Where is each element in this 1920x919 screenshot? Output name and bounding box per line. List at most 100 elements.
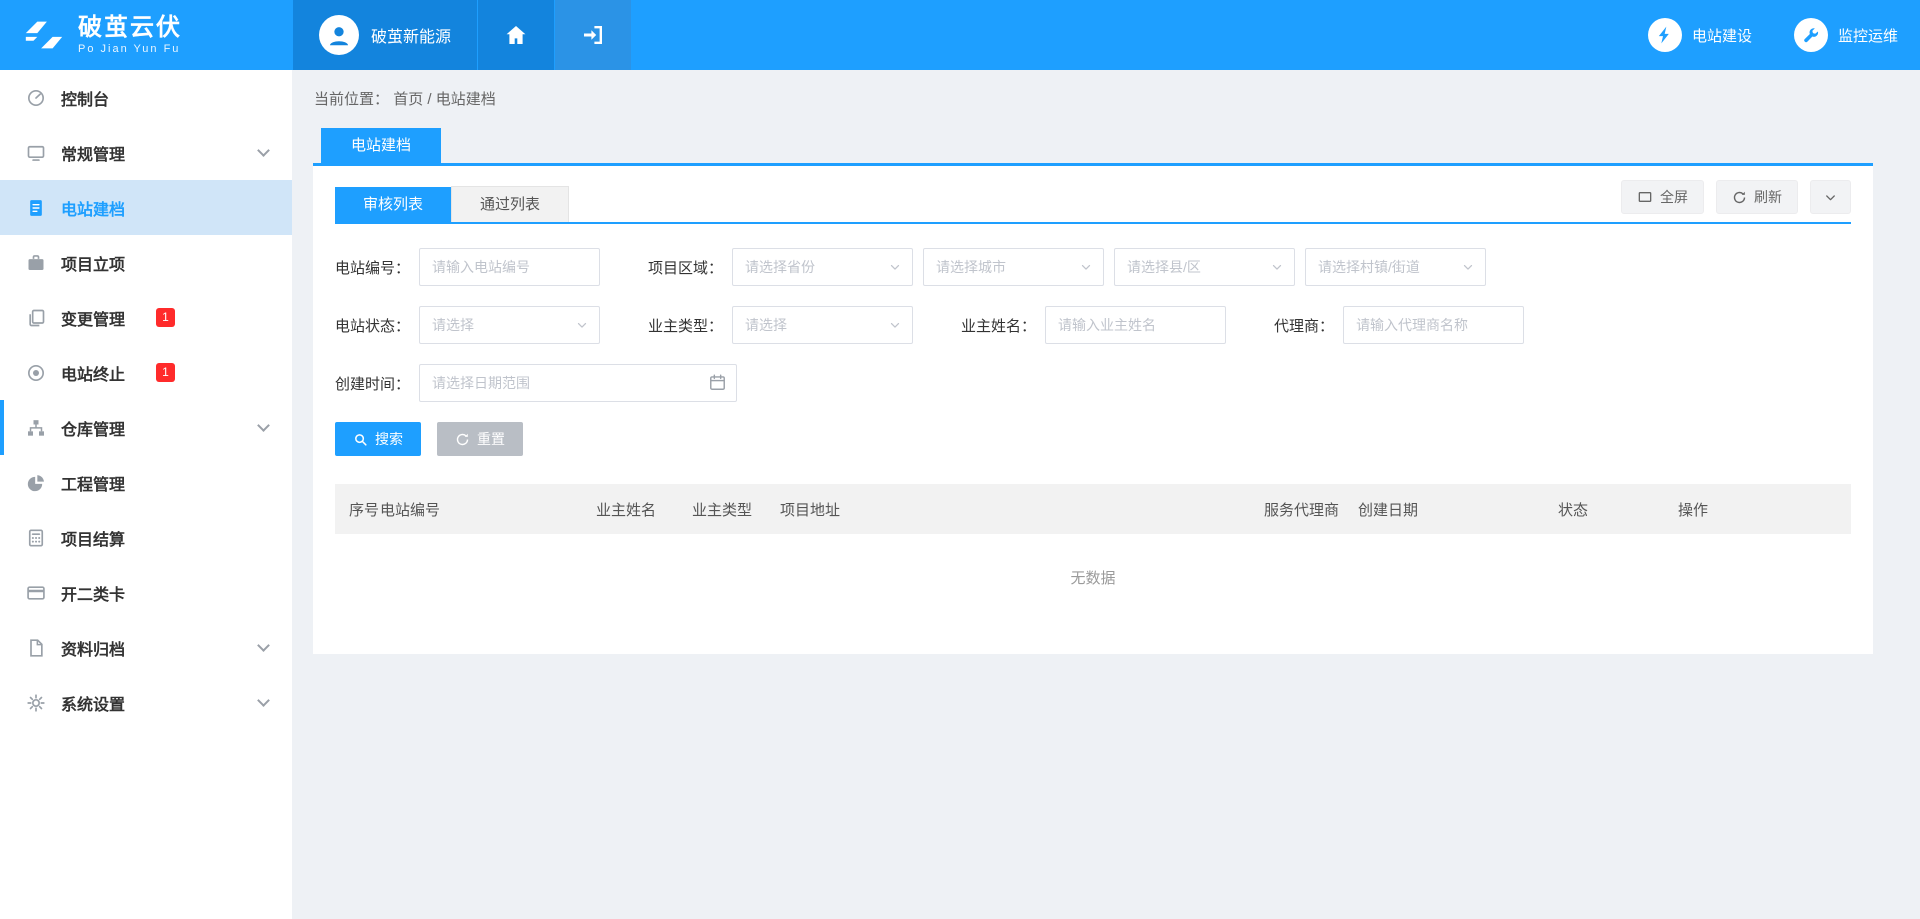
chevron-down-icon [257,639,270,652]
lightning-icon [1648,18,1682,52]
owner-name-label: 业主姓名： [961,315,1036,336]
city-select[interactable]: 请选择城市 [923,248,1104,286]
column-header-service-agent: 服务代理商 [1264,499,1358,520]
chevron-down-icon [257,419,270,432]
owner-type-value: 请选择 [745,315,787,335]
reset-button-label: 重置 [477,429,505,449]
sidebar-item-label: 工程管理 [61,471,125,495]
sidebar-item-label: 变更管理 [61,306,125,330]
nav-station-construction[interactable]: 电站建设 [1648,0,1752,70]
empty-state: 无数据 [335,534,1851,620]
brand-title: 破茧云伏 [78,15,182,41]
station-status-label: 电站状态： [335,315,410,336]
page-tab-strip: 电站建档 [313,125,1873,166]
column-header-owner-name: 业主姓名 [596,499,692,520]
chevron-down-icon [257,694,270,707]
sidebar-item-label: 控制台 [61,86,109,110]
sidebar-item-system-settings[interactable]: 系统设置 [0,675,292,730]
sidebar-item-label: 开二类卡 [61,581,125,605]
column-header-created-date: 创建日期 [1358,499,1558,520]
reset-button[interactable]: 重置 [437,422,523,456]
chevron-down-icon [1461,260,1475,274]
owner-type-label: 业主类型： [648,315,723,336]
column-header-station-no: 电站编号 [380,499,596,520]
station-no-input[interactable] [419,248,600,286]
filter-form: 电站编号： 项目区域： 请选择省份 请选择城市 请选择县/区 [335,248,1851,402]
panel-tab-strip: 审核列表 通过列表 全屏 刷新 [335,186,1851,224]
exit-icon [581,23,605,47]
pie-chart-icon [26,473,46,493]
column-header-index: 序号 [335,499,380,520]
brand-logo: 破茧云伏 Po Jian Yun Fu [0,0,292,70]
owner-name-input[interactable] [1045,306,1226,344]
monitor-icon [26,143,46,163]
content-panel: 审核列表 通过列表 全屏 刷新 电站编号： [313,166,1873,654]
chevron-down-icon [888,318,902,332]
sidebar-item-data-archive[interactable]: 资料归档 [0,620,292,675]
search-button-label: 搜索 [375,429,403,449]
column-header-project-address: 项目地址 [780,499,1264,520]
nav-station-construction-label: 电站建设 [1692,25,1752,46]
chevron-down-icon [575,318,589,332]
tab-passed-list[interactable]: 通过列表 [451,186,569,222]
sidebar-item-general-mgmt[interactable]: 常规管理 [0,125,292,180]
sidebar-item-change-mgmt[interactable]: 变更管理 1 [0,290,292,345]
user-menu[interactable]: 破茧新能源 [293,0,477,70]
sidebar-item-console[interactable]: 控制台 [0,70,292,125]
village-select[interactable]: 请选择村镇/街道 [1305,248,1486,286]
nav-monitor-ops-label: 监控运维 [1838,25,1898,46]
station-status-select[interactable]: 请选择 [419,306,600,344]
breadcrumb: 当前位置： 首页 / 电站建档 [292,70,1920,121]
tab-review-list[interactable]: 审核列表 [335,187,451,222]
logout-button[interactable] [555,0,631,70]
sidebar-item-engineering-mgmt[interactable]: 工程管理 [0,455,292,510]
agent-input[interactable] [1343,306,1524,344]
sidebar-item-station-termination[interactable]: 电站终止 1 [0,345,292,400]
date-range-input[interactable] [419,364,737,402]
sidebar-item-label: 项目结算 [61,526,125,550]
sidebar-item-project-settlement[interactable]: 项目结算 [0,510,292,565]
main-content: 当前位置： 首页 / 电站建档 电站建档 审核列表 通过列表 全屏 刷新 [292,70,1920,919]
home-button[interactable] [478,0,554,70]
chevron-down-icon [257,144,270,157]
province-select[interactable]: 请选择省份 [732,248,913,286]
county-select[interactable]: 请选择县/区 [1114,248,1295,286]
sidebar-item-label: 系统设置 [61,691,125,715]
refresh-button[interactable]: 刷新 [1716,180,1798,214]
sidebar-item-label: 电站建档 [61,196,125,220]
county-select-value: 请选择县/区 [1127,257,1201,277]
stop-icon [26,363,46,383]
sidebar-item-project-initiation[interactable]: 项目立项 [0,235,292,290]
city-select-value: 请选择城市 [936,257,1006,277]
table-header-row: 序号 电站编号 业主姓名 业主类型 项目地址 服务代理商 创建日期 状态 操作 [335,484,1851,534]
breadcrumb-separator: / [427,91,435,108]
active-indicator [0,400,4,455]
chevron-down-icon [1823,190,1838,205]
sidebar-item-station-archive[interactable]: 电站建档 [0,180,292,235]
station-no-label: 电站编号： [335,257,410,278]
sidebar-item-open-card[interactable]: 开二类卡 [0,565,292,620]
briefcase-icon [26,253,46,273]
breadcrumb-current: 电站建档 [436,91,496,108]
province-select-value: 请选择省份 [745,257,815,277]
sidebar-item-label: 资料归档 [61,636,125,660]
wrench-icon [1794,18,1828,52]
chevron-down-icon [888,260,902,274]
card-icon [26,583,46,603]
owner-type-select[interactable]: 请选择 [732,306,913,344]
collapse-button[interactable] [1810,180,1851,214]
top-header: 破茧云伏 Po Jian Yun Fu 破茧新能源 电站建设 监控运维 [0,0,1920,70]
sidebar-item-warehouse-mgmt[interactable]: 仓库管理 [0,400,292,455]
search-icon [353,432,368,447]
fullscreen-button[interactable]: 全屏 [1621,180,1704,214]
search-button[interactable]: 搜索 [335,422,421,456]
sidebar: 控制台 常规管理 电站建档 项目立项 变更管理 1 电站终止 1 仓库管理 工程… [0,70,292,919]
breadcrumb-home-link[interactable]: 首页 [393,91,423,108]
village-select-value: 请选择村镇/街道 [1318,257,1420,277]
column-header-status: 状态 [1558,499,1678,520]
sidebar-item-label: 电站终止 [61,361,125,385]
page-tab-station-archive[interactable]: 电站建档 [321,128,441,163]
nav-monitor-ops[interactable]: 监控运维 [1794,0,1898,70]
dashboard-icon [26,88,46,108]
refresh-icon [1732,190,1747,205]
